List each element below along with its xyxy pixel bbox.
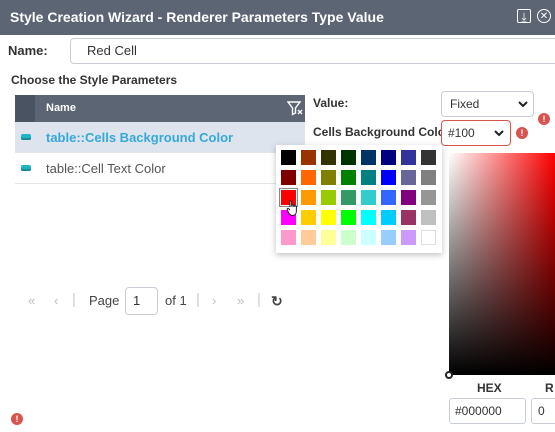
- grid-header: Name: [15, 95, 305, 122]
- color-swatch[interactable]: [361, 190, 376, 205]
- value-type-selected: Fixed: [450, 97, 480, 111]
- color-swatch[interactable]: [301, 210, 316, 225]
- chevron-down-icon: [518, 101, 528, 108]
- color-swatch[interactable]: [321, 150, 336, 165]
- pager-separator: |: [257, 291, 261, 308]
- hex-input[interactable]: #000000: [449, 398, 526, 424]
- last-page-button[interactable]: »: [237, 293, 244, 308]
- filter-icon[interactable]: [287, 100, 303, 116]
- warning-icon: !: [538, 113, 550, 125]
- table-row[interactable]: table::Cells Background Color: [15, 122, 305, 153]
- warning-icon: !: [516, 127, 528, 139]
- row-label: table::Cells Background Color: [46, 130, 234, 145]
- color-palette: [276, 145, 442, 253]
- color-swatch[interactable]: [341, 190, 356, 205]
- pager-separator: |: [196, 291, 200, 308]
- section-title: Choose the Style Parameters: [11, 73, 178, 87]
- color-swatch[interactable]: [401, 210, 416, 225]
- background-color-label: Cells Background Color:: [313, 125, 454, 139]
- value-label: Value:: [313, 96, 349, 110]
- color-swatch[interactable]: [361, 230, 376, 245]
- window-titlebar: Style Creation Wizard - Renderer Paramet…: [0, 0, 555, 35]
- color-swatch[interactable]: [421, 150, 436, 165]
- page-label: Page: [89, 293, 120, 308]
- color-swatch[interactable]: [341, 150, 356, 165]
- color-swatch[interactable]: [281, 150, 296, 165]
- color-swatch[interactable]: [401, 170, 416, 185]
- red-input[interactable]: 0: [531, 398, 555, 424]
- color-swatch[interactable]: [381, 150, 396, 165]
- pager-separator: |: [72, 291, 76, 308]
- color-swatch[interactable]: [401, 190, 416, 205]
- column-header-name[interactable]: Name: [46, 102, 76, 114]
- red-label: R: [545, 381, 554, 395]
- color-swatch[interactable]: [381, 170, 396, 185]
- refresh-icon[interactable]: ↻: [271, 293, 283, 310]
- color-swatch[interactable]: [421, 190, 436, 205]
- color-swatch[interactable]: [281, 170, 296, 185]
- background-color-select[interactable]: #100: [441, 120, 511, 146]
- page-count-label: of 1: [165, 293, 187, 308]
- parameter-icon: [21, 165, 31, 171]
- hand-cursor-icon: [286, 200, 297, 217]
- window-title: Style Creation Wizard - Renderer Paramet…: [10, 9, 384, 25]
- color-swatch[interactable]: [341, 170, 356, 185]
- color-swatch[interactable]: [381, 190, 396, 205]
- color-swatch[interactable]: [321, 170, 336, 185]
- color-swatch[interactable]: [301, 230, 316, 245]
- chevron-down-icon: [494, 130, 504, 137]
- prev-page-button[interactable]: ‹: [54, 293, 58, 308]
- pagination-bar: « ‹ | Page 1 of 1 | › » | ↻: [28, 287, 328, 315]
- parameter-icon: [21, 134, 31, 140]
- color-spectrum[interactable]: [449, 153, 555, 375]
- color-swatch[interactable]: [341, 210, 356, 225]
- color-swatch[interactable]: [381, 230, 396, 245]
- value-type-select[interactable]: Fixed: [441, 91, 534, 117]
- hex-label: HEX: [477, 381, 502, 395]
- color-swatch[interactable]: [321, 190, 336, 205]
- color-swatch[interactable]: [421, 210, 436, 225]
- color-swatch[interactable]: [341, 230, 356, 245]
- name-input[interactable]: Red Cell: [70, 38, 555, 64]
- color-swatch[interactable]: [361, 170, 376, 185]
- name-label: Name:: [8, 43, 48, 58]
- color-swatch[interactable]: [361, 150, 376, 165]
- color-swatch[interactable]: [321, 230, 336, 245]
- color-swatch[interactable]: [301, 190, 316, 205]
- color-swatch[interactable]: [301, 150, 316, 165]
- table-row[interactable]: table::Cell Text Color: [15, 153, 305, 184]
- page-number-input[interactable]: 1: [125, 287, 158, 315]
- first-page-button[interactable]: «: [28, 293, 35, 308]
- background-color-value: #100: [448, 126, 475, 140]
- color-swatch[interactable]: [301, 170, 316, 185]
- close-icon[interactable]: ✕: [537, 9, 551, 23]
- color-swatch[interactable]: [401, 230, 416, 245]
- row-label: table::Cell Text Color: [46, 161, 166, 176]
- warning-icon: !: [11, 413, 23, 425]
- color-swatch[interactable]: [381, 210, 396, 225]
- restore-icon[interactable]: ⤓: [517, 9, 531, 24]
- color-swatch[interactable]: [421, 170, 436, 185]
- color-swatch[interactable]: [401, 150, 416, 165]
- color-swatch[interactable]: [281, 230, 296, 245]
- spectrum-handle[interactable]: [445, 371, 453, 379]
- next-page-button[interactable]: ›: [212, 293, 216, 308]
- color-swatch[interactable]: [361, 210, 376, 225]
- color-swatch[interactable]: [321, 210, 336, 225]
- grid-header-selector: [15, 95, 35, 122]
- color-swatch[interactable]: [421, 230, 436, 245]
